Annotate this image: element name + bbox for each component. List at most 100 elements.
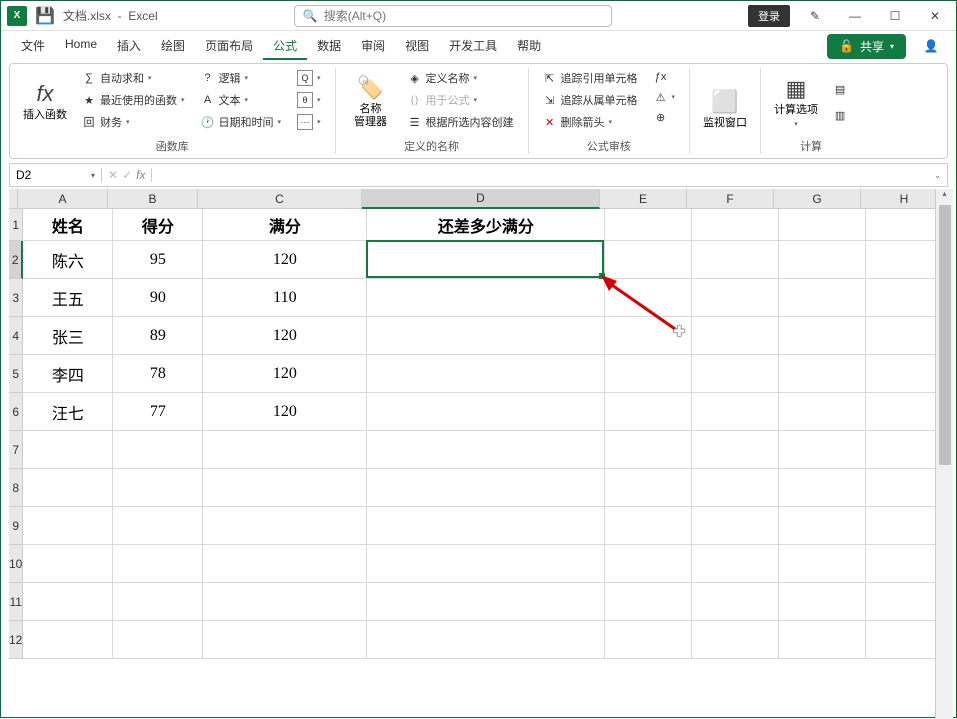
cell-G12[interactable] [779, 621, 866, 659]
row-header-9[interactable]: 9 [9, 507, 23, 545]
cell-B10[interactable] [113, 545, 203, 583]
row-header-11[interactable]: 11 [9, 583, 23, 621]
trace-precedents-button[interactable]: ⇱追踪引用单元格 [539, 68, 642, 88]
cell-C11[interactable] [203, 583, 367, 621]
row-header-3[interactable]: 3 [9, 279, 23, 317]
column-header-D[interactable]: D [362, 189, 600, 209]
cell-D1[interactable]: 还差多少满分 [367, 209, 605, 241]
cell-C6[interactable]: 120 [203, 393, 367, 431]
financial-button[interactable]: 回财务 ▾ [78, 112, 189, 132]
watch-window-button[interactable]: ⬜ 监视窗口 [700, 68, 750, 152]
remove-arrows-button[interactable]: ✕删除箭头 ▾ [539, 112, 642, 132]
lookup-ref-button[interactable]: Q ▾ [293, 68, 325, 88]
more-functions-button[interactable]: ⋯ ▾ [293, 112, 325, 132]
cell-B12[interactable] [113, 621, 203, 659]
close-button[interactable]: ✕ [920, 6, 950, 26]
cell-A7[interactable] [23, 431, 113, 469]
cell-B7[interactable] [113, 431, 203, 469]
trace-dependents-button[interactable]: ⇲追踪从属单元格 [539, 90, 642, 110]
logical-button[interactable]: ?逻辑 ▾ [197, 68, 286, 88]
cell-C9[interactable] [203, 507, 367, 545]
cell-F4[interactable] [692, 317, 779, 355]
cell-B3[interactable]: 90 [113, 279, 203, 317]
cell-F12[interactable] [692, 621, 779, 659]
cell-F2[interactable] [692, 241, 779, 279]
expand-formula-bar-icon[interactable]: ⌄ [928, 171, 947, 180]
cell-E5[interactable] [605, 355, 692, 393]
cell-G3[interactable] [779, 279, 866, 317]
cell-D8[interactable] [367, 469, 605, 507]
cell-B8[interactable] [113, 469, 203, 507]
cell-E12[interactable] [605, 621, 692, 659]
cell-D4[interactable] [367, 317, 605, 355]
cell-F9[interactable] [692, 507, 779, 545]
evaluate-formula-button[interactable]: ⊕ [650, 108, 680, 126]
cell-F6[interactable] [692, 393, 779, 431]
fx-icon[interactable]: fx [136, 168, 145, 182]
menu-文件[interactable]: 文件 [11, 33, 55, 60]
row-header-6[interactable]: 6 [9, 393, 23, 431]
cell-D9[interactable] [367, 507, 605, 545]
menu-视图[interactable]: 视图 [395, 33, 439, 60]
cell-G9[interactable] [779, 507, 866, 545]
cell-G8[interactable] [779, 469, 866, 507]
cell-B11[interactable] [113, 583, 203, 621]
date-time-button[interactable]: 🕐日期和时间 ▾ [197, 112, 286, 132]
pen-icon[interactable]: ✎ [800, 6, 830, 26]
cell-G11[interactable] [779, 583, 866, 621]
name-manager-button[interactable]: 🏷️ 名称 管理器 [346, 68, 396, 136]
menu-审阅[interactable]: 审阅 [351, 33, 395, 60]
row-header-12[interactable]: 12 [9, 621, 23, 659]
insert-function-button[interactable]: fx 插入函数 [20, 68, 70, 136]
cell-C8[interactable] [203, 469, 367, 507]
define-name-button[interactable]: ◈定义名称 ▾ [404, 68, 518, 88]
cell-G10[interactable] [779, 545, 866, 583]
cell-A12[interactable] [23, 621, 113, 659]
row-header-8[interactable]: 8 [9, 469, 23, 507]
text-button[interactable]: A文本 ▾ [197, 90, 286, 110]
menu-帮助[interactable]: 帮助 [507, 33, 551, 60]
share-button[interactable]: 🔓共享▾ [827, 34, 906, 59]
cell-A1[interactable]: 姓名 [23, 209, 113, 241]
cell-B1[interactable]: 得分 [113, 209, 203, 241]
cell-G5[interactable] [779, 355, 866, 393]
cell-G1[interactable] [779, 209, 866, 241]
cell-G6[interactable] [779, 393, 866, 431]
cell-B4[interactable]: 89 [113, 317, 203, 355]
cell-A8[interactable] [23, 469, 113, 507]
menu-插入[interactable]: 插入 [107, 33, 151, 60]
row-header-7[interactable]: 7 [9, 431, 23, 469]
column-header-B[interactable]: B [108, 189, 198, 209]
row-header-5[interactable]: 5 [9, 355, 23, 393]
menu-数据[interactable]: 数据 [307, 33, 351, 60]
calculate-sheet-button[interactable]: ▥ [829, 106, 851, 124]
cell-F1[interactable] [692, 209, 779, 241]
cell-C7[interactable] [203, 431, 367, 469]
cell-E10[interactable] [605, 545, 692, 583]
cell-C4[interactable]: 120 [203, 317, 367, 355]
cell-D11[interactable] [367, 583, 605, 621]
menu-页面布局[interactable]: 页面布局 [195, 33, 263, 60]
column-header-F[interactable]: F [687, 189, 774, 209]
cell-B9[interactable] [113, 507, 203, 545]
cell-D7[interactable] [367, 431, 605, 469]
cell-F8[interactable] [692, 469, 779, 507]
search-box[interactable]: 🔍 [294, 5, 612, 27]
minimize-button[interactable]: — [840, 6, 870, 26]
cell-F11[interactable] [692, 583, 779, 621]
row-header-10[interactable]: 10 [9, 545, 23, 583]
cell-A2[interactable]: 陈六 [23, 241, 113, 279]
row-header-4[interactable]: 4 [9, 317, 23, 355]
cell-C2[interactable]: 120 [203, 241, 367, 279]
comments-icon[interactable]: 👤 [916, 36, 946, 56]
cell-F7[interactable] [692, 431, 779, 469]
cell-A6[interactable]: 汪七 [23, 393, 113, 431]
cell-C12[interactable] [203, 621, 367, 659]
auto-sum-button[interactable]: ∑自动求和 ▾ [78, 68, 189, 88]
menu-绘图[interactable]: 绘图 [151, 33, 195, 60]
math-trig-button[interactable]: θ ▾ [293, 90, 325, 110]
save-icon[interactable]: 💾 [35, 6, 55, 26]
cell-B6[interactable]: 77 [113, 393, 203, 431]
cell-E7[interactable] [605, 431, 692, 469]
column-header-C[interactable]: C [198, 189, 362, 209]
